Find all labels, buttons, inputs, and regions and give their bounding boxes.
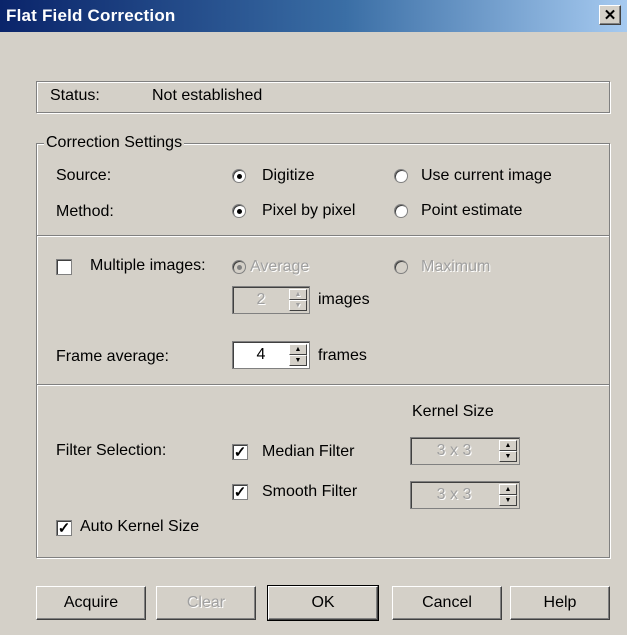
arrow-up-icon: ▲ [504,442,512,449]
help-button[interactable]: Help [510,586,610,620]
frames-unit-label: frames [318,347,367,364]
window-title: Flat Field Correction [6,6,176,25]
auto-kernel-label[interactable]: Auto Kernel Size [80,518,199,536]
images-count-value: 2 [256,291,266,308]
method-pixel-radio[interactable] [232,204,246,218]
source-digitize-label[interactable]: Digitize [262,167,314,185]
multiple-images-checkbox[interactable] [56,259,72,275]
method-point-label[interactable]: Point estimate [421,202,522,220]
stepper-buttons: ▲ ▼ [289,344,307,366]
checkmark-icon: ✓ [57,519,71,537]
status-value: Not established [152,87,263,104]
source-current-image-label[interactable]: Use current image [421,167,552,185]
close-button[interactable]: ✕ [599,5,621,25]
source-current-image-radio[interactable] [394,169,408,183]
source-digitize-radio[interactable] [232,169,246,183]
arrow-up-icon: ▲ [294,346,302,353]
arrow-down-icon: ▼ [504,453,512,460]
source-label: Source: [56,167,112,184]
spin-up-button[interactable]: ▲ [289,344,307,355]
stepper-buttons: ▲ ▼ [289,289,307,311]
acquire-button-label: Acquire [63,594,119,611]
spin-up-button[interactable]: ▲ [289,289,307,300]
correction-settings-legend: Correction Settings [44,134,185,152]
arrow-down-icon: ▼ [504,497,512,504]
checkmark-icon: ✓ [233,443,247,461]
separator [37,235,609,237]
method-point-radio[interactable] [394,204,408,218]
spin-down-button[interactable]: ▼ [499,495,517,506]
average-label[interactable]: Average [250,258,309,276]
smooth-filter-checkbox[interactable]: ✓ [232,484,248,500]
help-button-label: Help [543,594,577,611]
arrow-down-icon: ▼ [294,357,302,364]
arrow-down-icon: ▼ [294,302,302,309]
title-bar[interactable]: Flat Field Correction ✕ [0,0,627,32]
median-kernel-stepper[interactable]: 3 x 3 ▲ ▼ [410,437,520,465]
ok-button[interactable]: OK [267,585,379,621]
auto-kernel-checkbox[interactable]: ✓ [56,520,72,536]
cancel-button-label: Cancel [422,594,472,611]
smooth-kernel-stepper[interactable]: 3 x 3 ▲ ▼ [410,481,520,509]
spin-down-button[interactable]: ▼ [289,300,307,311]
status-box: Status: Not established [36,81,610,113]
kernel-size-header: Kernel Size [412,403,494,420]
acquire-button[interactable]: Acquire [36,586,146,620]
images-count-stepper[interactable]: 2 ▲ ▼ [232,286,310,314]
median-filter-label[interactable]: Median Filter [262,443,354,461]
arrow-up-icon: ▲ [504,486,512,493]
smooth-filter-label[interactable]: Smooth Filter [262,483,357,501]
spin-down-button[interactable]: ▼ [499,451,517,462]
stepper-buttons: ▲ ▼ [499,440,517,462]
clear-button-label: Clear [186,594,226,611]
stepper-buttons: ▲ ▼ [499,484,517,506]
close-icon: ✕ [603,6,617,24]
frame-average-stepper[interactable]: 4 ▲ ▼ [232,341,310,369]
smooth-kernel-value: 3 x 3 [436,486,472,503]
separator [37,384,609,386]
method-pixel-label[interactable]: Pixel by pixel [262,202,355,220]
status-label: Status: [50,87,100,104]
checkmark-icon: ✓ [233,483,247,501]
spin-down-button[interactable]: ▼ [289,355,307,366]
ok-button-label: OK [311,594,335,611]
median-filter-checkbox[interactable]: ✓ [232,444,248,460]
median-kernel-value: 3 x 3 [436,442,472,459]
multiple-images-label[interactable]: Multiple images: [90,257,206,275]
spin-up-button[interactable]: ▲ [499,484,517,495]
filter-selection-label: Filter Selection: [56,442,167,459]
maximum-label[interactable]: Maximum [421,258,490,276]
clear-button[interactable]: Clear [156,586,256,620]
method-label: Method: [56,203,114,220]
cancel-button[interactable]: Cancel [392,586,502,620]
spin-up-button[interactable]: ▲ [499,440,517,451]
dialog-window: Flat Field Correction ✕ Status: Not esta… [0,0,627,635]
arrow-up-icon: ▲ [294,291,302,298]
frame-average-label: Frame average: [56,348,169,365]
images-unit-label: images [318,291,370,308]
frame-average-value[interactable]: 4 [233,346,289,364]
average-radio[interactable] [232,260,246,274]
maximum-radio[interactable] [394,260,408,274]
